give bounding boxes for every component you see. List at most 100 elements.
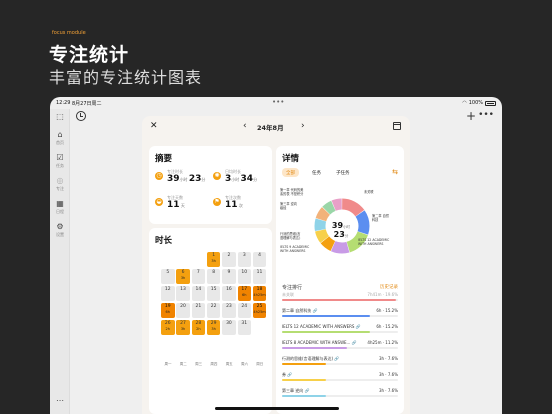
calendar-day-number: 23: [226, 304, 232, 309]
calendar-day[interactable]: 25 4h25m: [252, 303, 267, 318]
sun-icon: ✺: [213, 172, 221, 180]
ranking-name: IELTS 8 ACADEMIC WITH ANSWE... 🔗: [282, 340, 357, 345]
calendar-day[interactable]: 6 3h: [176, 269, 190, 284]
calendar-day-number: 29: [210, 321, 217, 326]
calendar-day-number: 7: [196, 270, 200, 275]
calendar-icon: ▦: [56, 199, 64, 208]
next-month-button[interactable]: ›: [301, 121, 305, 131]
flag-icon: ⚑: [213, 198, 221, 206]
calendar-day-duration: 4h25m: [253, 293, 266, 297]
sidebar-item-settings[interactable]: ⚙ 设置: [50, 223, 70, 238]
ranking-bar: [282, 347, 347, 349]
calendar-day[interactable]: 22: [206, 303, 221, 318]
calendar-day[interactable]: 12: [161, 286, 175, 301]
weekday-label: 周日: [256, 362, 264, 366]
calendar-icon[interactable]: [393, 122, 401, 130]
calendar-day[interactable]: 16: [222, 286, 236, 301]
add-button[interactable]: +: [466, 110, 476, 122]
filter-icon[interactable]: ⇆: [392, 168, 398, 176]
calendar-day[interactable]: 26 2h: [161, 320, 175, 335]
calendar-day[interactable]: 10: [237, 269, 251, 284]
calendar-day[interactable]: 4: [252, 252, 267, 267]
calendar-day-number: 22: [210, 304, 217, 309]
ranking-row[interactable]: 未关联 7h41m · 19.6%: [282, 292, 398, 308]
calendar-day-number: 3: [242, 253, 246, 258]
calendar-day[interactable]: 2: [222, 252, 236, 267]
calendar-day[interactable]: 5: [161, 269, 175, 284]
calendar-day[interactable]: 17 6h: [237, 286, 251, 301]
summary-card: 摘要 ◷ 专注时长 39小时 23分 ✺ 日均时长 3小时 34分 ◒ 专注天数…: [149, 146, 272, 224]
more-icon: ⋯: [56, 396, 64, 405]
history-link[interactable]: 历史记录: [380, 284, 398, 290]
sidebar-item-home[interactable]: ⌂ 首页: [50, 131, 70, 146]
sidebar-toggle[interactable]: ⬚: [50, 113, 70, 122]
calendar-day[interactable]: 24: [237, 303, 251, 318]
tab-subtasks[interactable]: 子任务: [332, 168, 354, 177]
calendar-day[interactable]: 23: [222, 303, 236, 318]
status-time: 12:29: [56, 100, 71, 106]
multitask-dots[interactable]: •••: [272, 98, 284, 106]
calendar-day[interactable]: 14: [191, 286, 206, 301]
calendar-day[interactable]: 30: [222, 320, 236, 335]
close-button[interactable]: ✕: [150, 121, 158, 131]
stat-focus-count: ⚑ 专注次数 11 次: [213, 195, 269, 211]
calendar-day-duration: 3h: [211, 259, 216, 263]
sunrise-icon: ◒: [155, 198, 163, 206]
donut-label-right: IELTS 12 ACADEMIC WITH ANSWERS: [358, 238, 390, 246]
calendar-day-number: 4: [258, 253, 261, 258]
calendar-day[interactable]: 15: [206, 286, 221, 301]
calendar-day[interactable]: 7: [191, 269, 206, 284]
calendar-day-number: 26: [164, 321, 171, 326]
calendar-day[interactable]: 3: [237, 252, 251, 267]
home-indicator[interactable]: [215, 407, 339, 410]
prev-month-button[interactable]: ‹: [243, 121, 247, 131]
ranking-row[interactable]: 券 🔗 3h · 7.6%: [282, 372, 398, 388]
calendar-day[interactable]: 28 2h: [191, 320, 206, 335]
calendar-day[interactable]: 21: [191, 303, 206, 318]
calendar-day[interactable]: 8: [206, 269, 221, 284]
sidebar-more[interactable]: ⋯: [50, 397, 70, 406]
ranking-row[interactable]: 第二章 自然科技 🔗 6h · 15.2%: [282, 308, 398, 324]
battery-icon: [485, 100, 496, 106]
sidebar-item-calendar[interactable]: ▦ 日程: [50, 200, 70, 215]
calendar-day[interactable]: 29 3h: [206, 320, 221, 335]
calendar-day[interactable]: 18 4h25m: [252, 286, 267, 301]
ranking-value: 3h · 7.6%: [378, 388, 398, 393]
more-button[interactable]: •••: [478, 110, 494, 120]
stat-focus-duration: ◷ 专注时长 39小时 23分: [155, 169, 209, 185]
sidebar-item-tasks[interactable]: ☑ 任务: [50, 154, 70, 169]
ranking-row[interactable]: 行测的思维(言语理解与表达) 🔗 3h · 7.6%: [282, 356, 398, 372]
sidebar-item-label: 任务: [56, 163, 64, 168]
calendar-day[interactable]: 11: [252, 269, 267, 284]
ranking-row[interactable]: 第三章 逆向 🔗 3h · 7.6%: [282, 388, 398, 404]
calendar-day[interactable]: 20: [176, 303, 190, 318]
settings-icon: ⚙: [56, 222, 64, 231]
ranking-bar-track: [282, 363, 398, 365]
calendar-day[interactable]: 19 6h: [161, 303, 175, 318]
calendar-day[interactable]: 27 3h: [176, 320, 190, 335]
calendar-day[interactable]: 13: [176, 286, 190, 301]
ranking-row[interactable]: IELTS 8 ACADEMIC WITH ANSWE... 🔗 4h25m · …: [282, 340, 398, 356]
ranking-bar-track: [282, 347, 398, 349]
calendar-day[interactable]: 31: [237, 320, 251, 335]
summary-title: 摘要: [155, 154, 173, 164]
calendar-day[interactable]: 9: [222, 269, 236, 284]
calendar-day-number: 25: [256, 304, 263, 309]
stat-value: 3小时 34分: [225, 174, 258, 184]
ranking-bar-track: [282, 299, 398, 301]
ranking-bar: [282, 395, 327, 397]
stat-value: 11 天: [167, 200, 185, 210]
clock-icon[interactable]: [76, 111, 86, 121]
tab-all[interactable]: 全部: [282, 168, 299, 177]
calendar-day-number: 2: [227, 253, 231, 258]
ranking-bar: [282, 331, 371, 333]
donut-label-left: 行测的思维(言 语理解与表达): [280, 232, 301, 240]
ranking-row[interactable]: IELTS 12 ACADEMIC WITH ANSWERS 🔗 6h · 15.…: [282, 324, 398, 340]
battery-percent: 100%: [468, 100, 483, 106]
sidebar-item-label: 首页: [56, 140, 64, 145]
calendar-day[interactable]: 1 3h: [206, 252, 221, 267]
sidebar-item-focus[interactable]: ◎ 专注: [50, 177, 70, 192]
sidebar-item-label: 日程: [56, 209, 64, 214]
tablet-screen: 12:29 8月27日周二 ••• ◠ 100% ⬚ ⌂ 首页 ☑ 任务 ◎ 专…: [50, 97, 502, 414]
tab-tasks[interactable]: 任务: [308, 168, 325, 177]
